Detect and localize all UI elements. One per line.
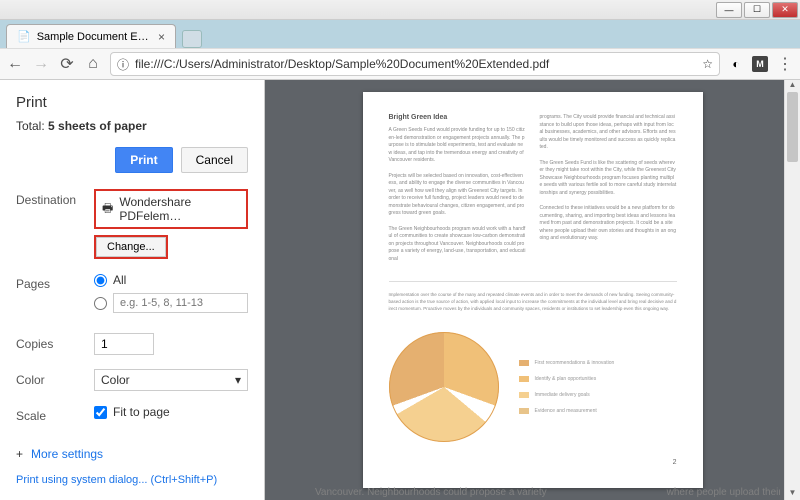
minimize-button[interactable]: — xyxy=(716,2,742,18)
browser-tab[interactable]: 📄 Sample Document Exte… × xyxy=(6,24,176,48)
scroll-up-arrow[interactable]: ▲ xyxy=(785,80,800,92)
extension-icon-1[interactable]: ◐ xyxy=(728,56,744,72)
change-destination-button[interactable]: Change... xyxy=(96,237,166,257)
cancel-button[interactable]: Cancel xyxy=(181,147,248,173)
maximize-button[interactable]: ☐ xyxy=(744,2,770,18)
scroll-down-arrow[interactable]: ▼ xyxy=(785,488,800,500)
content-area: Print Total: 5 sheets of paper Print Can… xyxy=(0,80,800,500)
print-action-row: Print Cancel xyxy=(16,147,248,173)
page-heading: Bright Green Idea xyxy=(389,114,526,121)
print-preview: Bright Green Idea A Green Seeds Fund wou… xyxy=(265,80,800,500)
preview-chart: First recommendations & innovation Ident… xyxy=(389,332,677,442)
printer-icon: 🖶 xyxy=(102,199,113,220)
color-select[interactable]: Color ▾ xyxy=(94,369,248,391)
browser-toolbar: ← → ⟳ ⌂ ⓘ file:///C:/Users/Administrator… xyxy=(0,48,800,80)
pages-label: Pages xyxy=(16,273,84,291)
change-destination-highlight: Change... xyxy=(94,235,168,259)
destination-label: Destination xyxy=(16,189,84,207)
window-titlebar: — ☐ ✕ xyxy=(0,0,800,20)
chevron-down-icon: ▾ xyxy=(235,373,241,387)
info-icon[interactable]: ⓘ xyxy=(117,56,129,73)
plus-icon: + xyxy=(16,447,23,461)
pages-range-input[interactable] xyxy=(113,293,248,313)
fit-to-page-checkbox[interactable]: Fit to page xyxy=(94,405,248,419)
destination-box: 🖶 Wondershare PDFelem… xyxy=(94,189,248,229)
url-text: file:///C:/Users/Administrator/Desktop/S… xyxy=(135,57,696,71)
tab-strip: 📄 Sample Document Exte… × xyxy=(0,20,800,48)
system-dialog-link[interactable]: Print using system dialog... (Ctrl+Shift… xyxy=(16,474,248,486)
vertical-scrollbar[interactable]: ▲ ▼ xyxy=(784,80,800,500)
home-button[interactable]: ⌂ xyxy=(84,55,102,73)
bookmark-star-icon[interactable]: ☆ xyxy=(702,57,713,71)
print-total: Total: 5 sheets of paper xyxy=(16,119,248,133)
pages-all-radio[interactable]: All xyxy=(94,273,248,287)
copies-label: Copies xyxy=(16,333,84,351)
scale-label: Scale xyxy=(16,405,84,423)
destination-value: Wondershare PDFelem… xyxy=(119,195,240,223)
preview-page: Bright Green Idea A Green Seeds Fund wou… xyxy=(363,92,703,488)
pages-range-radio[interactable] xyxy=(94,293,248,313)
menu-button[interactable]: ⋮ xyxy=(776,55,794,73)
close-window-button[interactable]: ✕ xyxy=(772,2,798,18)
page-number: 2 xyxy=(673,459,677,466)
pie-chart xyxy=(389,332,499,442)
file-icon: 📄 xyxy=(17,30,31,43)
scroll-thumb[interactable] xyxy=(787,92,798,162)
extension-icon-2[interactable]: M xyxy=(752,56,768,72)
forward-button: → xyxy=(32,55,50,73)
preview-overflow-text: Vancouver. Neighbourhoods could propose … xyxy=(315,487,780,498)
print-button[interactable]: Print xyxy=(115,147,172,173)
more-settings-toggle[interactable]: + More settings xyxy=(16,447,248,461)
tab-title: Sample Document Exte… xyxy=(37,31,152,43)
print-dialog: Print Total: 5 sheets of paper Print Can… xyxy=(0,80,265,500)
address-bar[interactable]: ⓘ file:///C:/Users/Administrator/Desktop… xyxy=(110,52,720,76)
copies-input[interactable] xyxy=(94,333,154,355)
print-title: Print xyxy=(16,94,248,111)
tab-close-icon[interactable]: × xyxy=(158,30,165,44)
new-tab-button[interactable] xyxy=(182,30,202,48)
color-label: Color xyxy=(16,369,84,387)
chart-legend: First recommendations & innovation Ident… xyxy=(519,360,615,414)
reload-button[interactable]: ⟳ xyxy=(58,55,76,73)
back-button[interactable]: ← xyxy=(6,55,24,73)
